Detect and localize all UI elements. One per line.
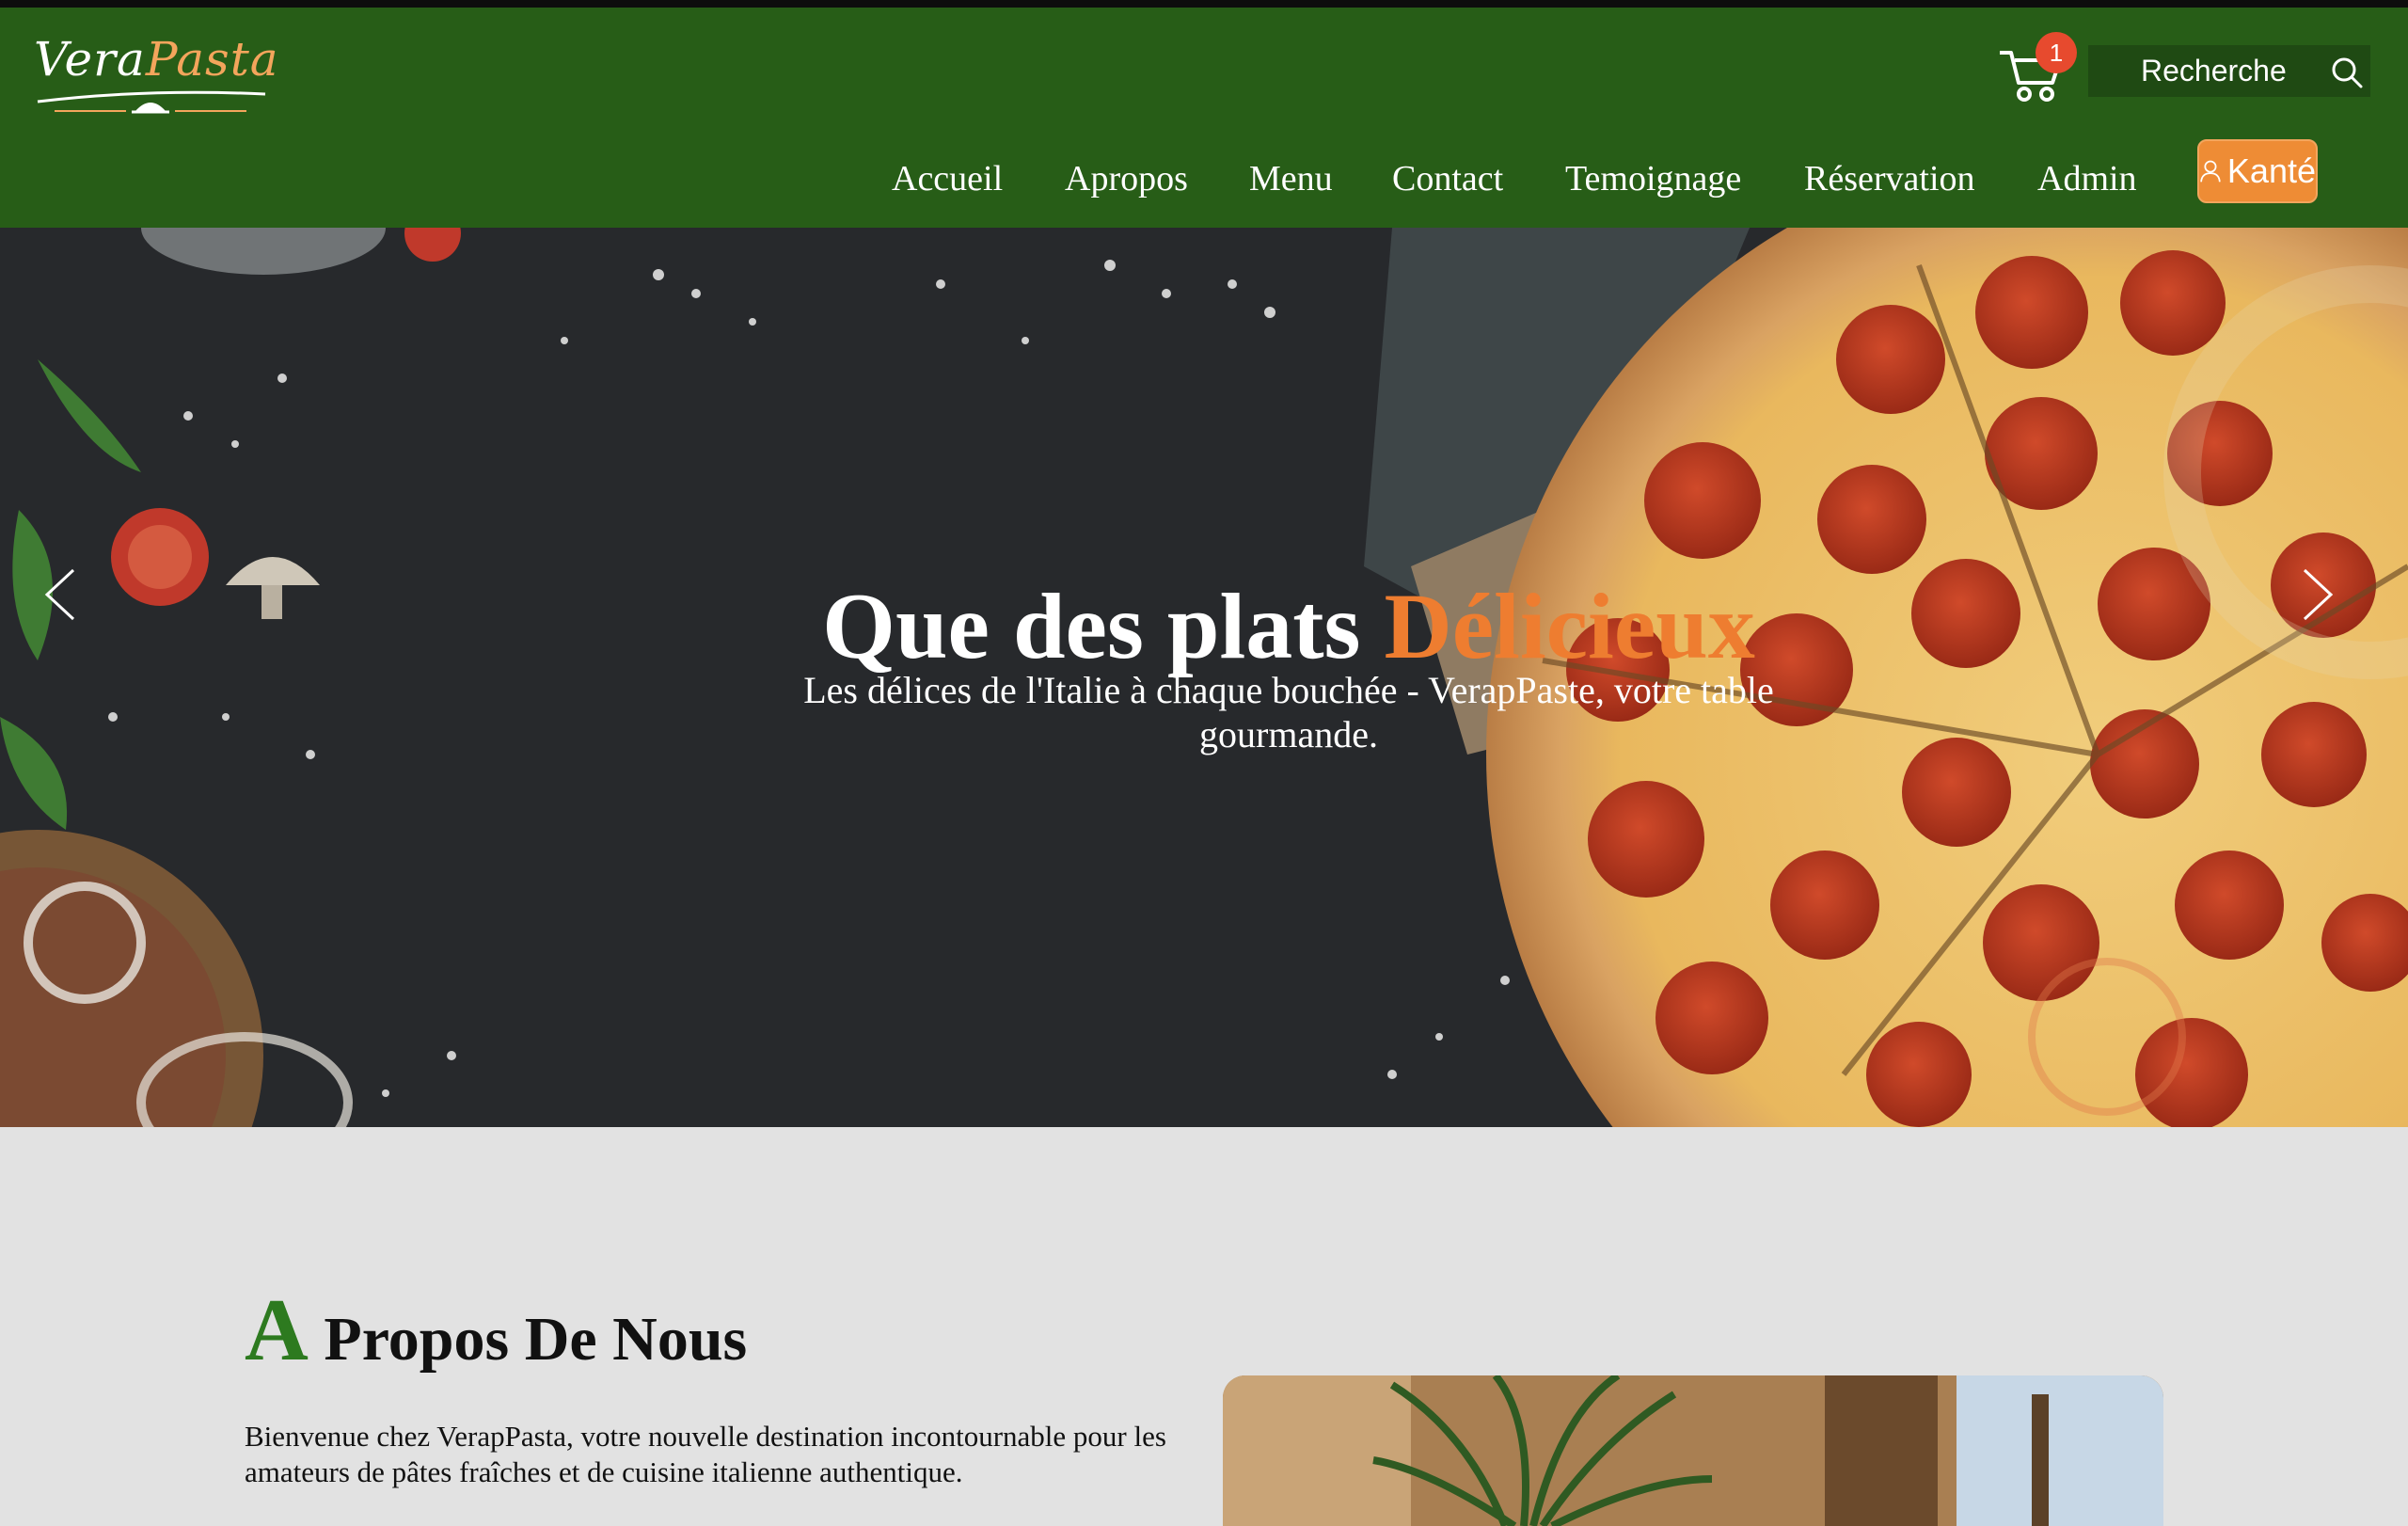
logo-text: VeraPasta xyxy=(34,32,279,87)
cart-button[interactable]: 1 xyxy=(1998,32,2077,109)
hero-title: Que des plats Délicieux xyxy=(0,572,2408,680)
carousel-prev-button[interactable] xyxy=(32,557,88,632)
logo-main: Vera xyxy=(34,32,146,87)
about-title-initial: A xyxy=(245,1281,309,1379)
hero-carousel: Que des plats Délicieux Les délices de l… xyxy=(0,228,2408,1127)
search-input[interactable] xyxy=(2088,45,2323,97)
logo-accent: Pasta xyxy=(145,32,279,87)
main-nav: Accueil Apropos Menu Contact Temoignage … xyxy=(0,158,2408,205)
about-text: Bienvenue chez VerapPasta, votre nouvell… xyxy=(245,1420,1166,1488)
search-icon[interactable] xyxy=(2331,56,2363,88)
logo-emblem xyxy=(37,90,266,114)
top-border xyxy=(0,0,2408,8)
nav-temoignage[interactable]: Temoignage xyxy=(1565,158,1741,199)
user-account-button[interactable]: Kanté xyxy=(2197,139,2318,203)
chevron-right-icon xyxy=(2303,568,2334,621)
about-title-rest: Propos De Nous xyxy=(308,1305,748,1374)
nav-admin[interactable]: Admin xyxy=(2037,158,2137,199)
logo[interactable]: VeraPasta xyxy=(34,32,278,119)
site-header: VeraPasta 1 Accueil Apropos Menu Contact… xyxy=(0,8,2408,228)
search-box xyxy=(2088,45,2370,97)
restaurant-image xyxy=(1223,1375,2163,1526)
nav-reservation[interactable]: Réservation xyxy=(1804,158,1975,199)
user-name: Kanté xyxy=(2226,151,2316,190)
chevron-left-icon xyxy=(44,568,75,621)
restaurant-photo xyxy=(1223,1375,2163,1526)
nav-menu[interactable]: Menu xyxy=(1249,158,1333,199)
cart-count-badge: 1 xyxy=(2036,32,2077,73)
hero-subtitle: Les délices de l'Italie à chaque bouchée… xyxy=(803,669,1774,755)
user-icon xyxy=(2200,160,2221,183)
nav-accueil[interactable]: Accueil xyxy=(892,158,1003,199)
hero-title-highlight: Délicieux xyxy=(1384,574,1755,678)
about-title: A Propos De Nous xyxy=(245,1280,747,1381)
hero-title-main: Que des plats xyxy=(822,574,1385,678)
carousel-next-button[interactable] xyxy=(2289,557,2346,632)
nav-apropos[interactable]: Apropos xyxy=(1065,158,1188,199)
nav-contact[interactable]: Contact xyxy=(1392,158,1503,199)
